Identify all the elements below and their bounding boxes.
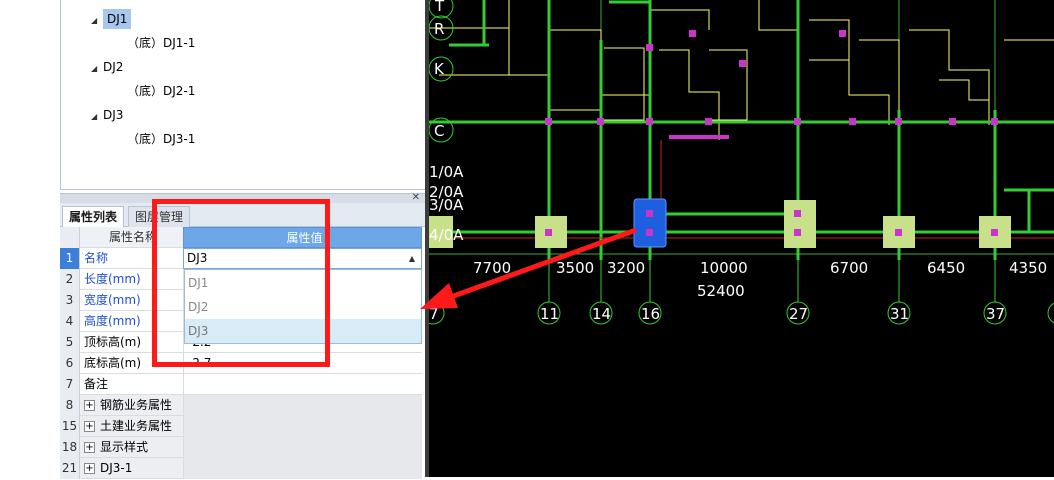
cad-grid-lines [429,0,1054,300]
table-row-group[interactable]: 15 + 土建业务属性 [60,416,422,437]
expand-plus-icon[interactable]: + [84,421,95,432]
axis-label-3-0a: 3/0A [429,196,464,214]
selected-footing[interactable] [633,198,667,248]
axis-number-11: 11 [540,305,559,323]
row-number: 8 [60,395,80,416]
axis-label-4-0a: 4/0A [429,226,464,244]
row-number: 7 [60,374,80,395]
tree-node-dj1[interactable]: ◢ DJ1 [91,8,132,32]
row-number-header [60,227,80,248]
axis-number-37: 37 [986,305,1005,323]
row-number: 6 [60,353,80,374]
cad-red-lines [429,140,1054,240]
expand-plus-icon[interactable]: + [84,442,95,453]
total-dimension: 52400 [697,282,745,300]
dimension-6700: 6700 [830,259,868,277]
table-row-group[interactable]: 21 + DJ3-1 [60,458,422,479]
cad-axis-numbers: 7 11 14 16 27 31 37 [429,305,1005,323]
tab-property-list[interactable]: 属性列表 [62,206,125,227]
tree-node-dj3[interactable]: ◢ DJ3 [91,104,123,126]
property-name: + 钢筋业务属性 [84,398,173,412]
axis-label-c: C [434,122,444,140]
axis-number-16: 16 [641,305,660,323]
property-name: + DJ3-1 [84,461,133,475]
dimension-7700: 7700 [473,259,511,277]
dimension-3200: 3200 [607,259,645,277]
property-name: + 显示样式 [84,440,149,454]
property-value [183,437,422,458]
dropdown-caret-icon[interactable]: ▲ [409,249,415,268]
property-value [183,416,422,437]
axis-label-r: R [434,20,444,38]
cad-pads [429,200,1011,248]
expand-arrow-icon[interactable]: ◢ [91,106,103,128]
property-value [183,395,422,416]
property-value [183,458,422,479]
axis-number-27: 27 [789,305,808,323]
row-number: 15 [60,416,80,437]
cad-drawing: T R K C 1/0A 2/0A 3/0A 4/0A 7700 3500 32… [421,0,1054,325]
row-number: 3 [60,290,80,311]
cad-dimensions: 7700 3500 3200 10000 6700 6450 4350 5240… [473,259,1047,300]
table-row-group[interactable]: 8 + 钢筋业务属性 [60,395,422,416]
expand-plus-icon[interactable]: + [84,463,95,474]
cad-walls [429,0,1054,140]
axis-label-1-0a: 1/0A [429,163,464,181]
table-row-group[interactable]: 18 + 显示样式 [60,437,422,458]
expand-arrow-icon[interactable]: ◢ [91,58,103,80]
property-name: 备注 [84,377,109,391]
axis-number-14: 14 [592,305,611,323]
cad-columns [545,30,998,236]
dimension-4350: 4350 [1009,259,1047,277]
tree-node-dj3-1[interactable]: （底）DJ3-1 [127,128,195,150]
row-number: 2 [60,269,80,290]
property-name: + 土建业务属性 [84,419,173,433]
dimension-6450: 6450 [927,259,965,277]
row-number: 21 [60,458,80,479]
row-number: 1 [60,248,80,269]
axis-label-t: T [434,0,445,15]
row-number: 5 [60,332,80,353]
axis-label-k: K [434,60,445,78]
tree-node-dj2-1[interactable]: （底）DJ2-1 [127,80,195,102]
dimension-3500: 3500 [556,259,594,277]
tree-node-dj2[interactable]: ◢ DJ2 [91,56,123,78]
property-value[interactable] [183,374,422,395]
close-icon[interactable]: ✕ [412,192,420,203]
expand-plus-icon[interactable]: + [84,400,95,411]
tree-node-dj1-1[interactable]: （底）DJ1-1 [127,32,195,54]
component-tree: ◢ DJ1 （底）DJ1-1 ◢ DJ2 （底）DJ2-1 ◢ DJ3 （底）DJ3-… [60,0,426,190]
row-number: 4 [60,311,80,332]
cad-beams [429,0,1054,260]
row-number: 18 [60,437,80,458]
expand-arrow-icon[interactable]: ◢ [91,10,103,32]
annotation-highlight-box [152,199,330,367]
table-row[interactable]: 7 备注 [60,374,422,395]
cad-drawing-canvas[interactable]: T R K C 1/0A 2/0A 3/0A 4/0A 7700 3500 32… [421,0,1054,477]
dimension-10000: 10000 [700,259,748,277]
axis-number-31: 31 [890,305,909,323]
axis-number-7: 7 [429,305,439,323]
